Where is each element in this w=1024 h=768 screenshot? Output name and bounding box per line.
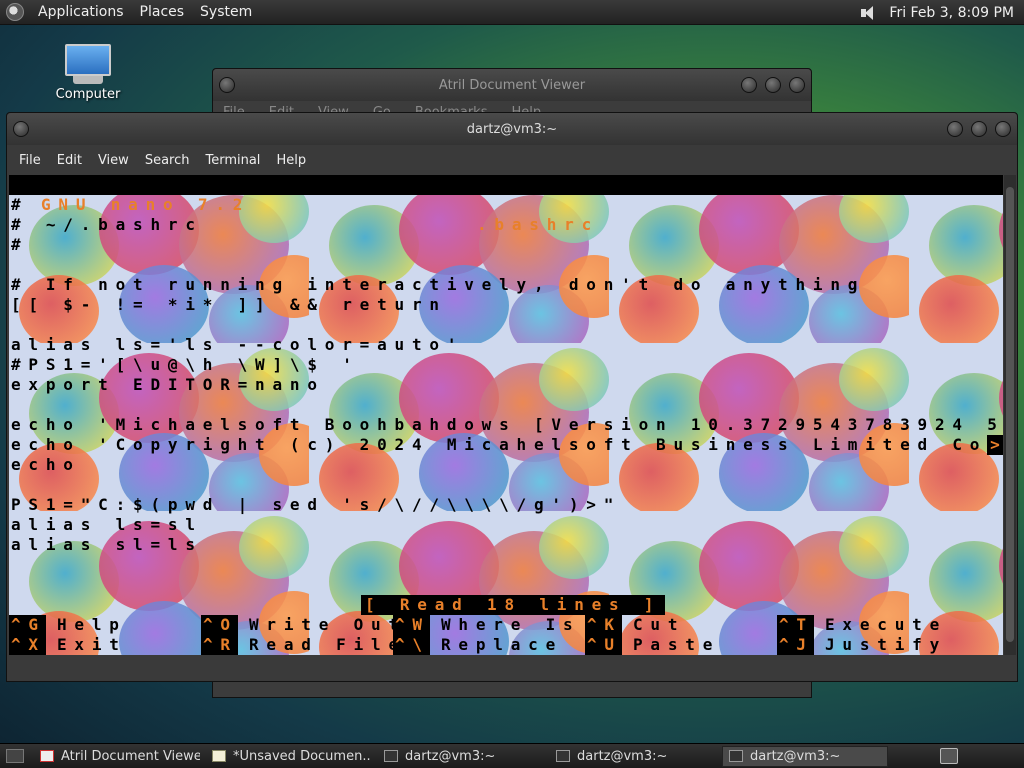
terminal-window[interactable]: dartz@vm3:~ File Edit View Search Termin… (6, 112, 1018, 682)
clock[interactable]: Fri Feb 3, 8:09 PM (885, 5, 1024, 21)
show-desktop-icon[interactable] (6, 749, 24, 763)
atril-title: Atril Document Viewer (438, 77, 586, 93)
taskbar-item-terminal-3[interactable]: dartz@vm3:~ (722, 745, 888, 767)
file-line: echo 'Michaelsoft Boohbahdows [Version 1… (11, 415, 1003, 434)
terminal-menu-edit[interactable]: Edit (49, 153, 90, 168)
taskbar-item-terminal-2[interactable]: dartz@vm3:~ (550, 746, 716, 767)
file-line: echo (11, 455, 81, 474)
taskbar-item-label: dartz@vm3:~ (750, 748, 841, 764)
shortcut-key-exit: ^X (9, 635, 46, 655)
minimize-icon[interactable] (947, 121, 963, 137)
distro-logo-icon[interactable] (6, 3, 24, 21)
desktop-icon-computer[interactable]: Computer (52, 44, 124, 102)
shortcut-key-where-is: ^W (393, 615, 430, 635)
shortcut-label-where-is: Where Is (441, 615, 581, 634)
shortcut-label-execute: Execute (825, 615, 948, 634)
terminal-icon (384, 750, 398, 762)
shortcut-label-exit: Exit (57, 635, 127, 654)
shortcut-label-paste: Paste (633, 635, 721, 654)
scrollbar-thumb[interactable] (1006, 187, 1014, 642)
maximize-icon[interactable] (971, 121, 987, 137)
taskbar-item-label: dartz@vm3:~ (405, 748, 496, 764)
shortcut-key-write-out: ^O (201, 615, 238, 635)
terminal-menu-view[interactable]: View (90, 153, 137, 168)
atril-titlebar[interactable]: Atril Document Viewer (213, 69, 811, 101)
terminal-icon (556, 750, 570, 762)
computer-icon (65, 44, 111, 76)
text-editor-icon (212, 750, 226, 762)
nano-status-message: [ Read 18 lines ] (361, 595, 666, 615)
nano-filename: .bashrc (477, 215, 600, 234)
file-line: #PS1='[\u@\h \W]\$ ' (11, 355, 360, 374)
shortcut-key-help: ^G (9, 615, 46, 635)
taskbar-item-text-editor[interactable]: *Unsaved Documen... (206, 746, 372, 767)
taskbar-item-label: *Unsaved Documen... (233, 748, 372, 764)
shortcut-key-justify: ^J (777, 635, 814, 655)
file-line: [[ $- != *i* ]] && return (11, 295, 447, 314)
file-line: # (11, 195, 29, 214)
taskbar-item-label: dartz@vm3:~ (577, 748, 668, 764)
shortcut-label-cut: Cut (633, 615, 686, 634)
nano-titlebar: GNU nano 7.2 .bashrc (9, 175, 1003, 234)
menu-system[interactable]: System (192, 4, 260, 20)
terminal-menubar: File Edit View Search Terminal Help (7, 145, 1017, 175)
terminal-menu-search[interactable]: Search (137, 153, 198, 168)
file-line: # If not running interactively, don't do… (11, 275, 866, 294)
trash-icon[interactable] (940, 748, 958, 764)
desktop-icon-label: Computer (55, 87, 121, 102)
terminal-titlebar[interactable]: dartz@vm3:~ (7, 113, 1017, 145)
computer-icon-stand (73, 76, 103, 84)
menu-applications[interactable]: Applications (30, 4, 132, 20)
terminal-title: dartz@vm3:~ (466, 121, 558, 137)
file-line: alias ls=sl (11, 515, 203, 534)
line-overflow-marker: > (987, 435, 1003, 455)
shortcut-label-read-file: Read File (249, 635, 406, 654)
menu-places[interactable]: Places (132, 4, 193, 20)
terminal-menu-file[interactable]: File (11, 153, 49, 168)
window-menu-icon[interactable] (13, 121, 29, 137)
file-line: alias ls='ls --color=auto' (11, 335, 465, 354)
file-line: PS1="C:$(pwd | sed 's/\//\\\\/g')>" (11, 495, 622, 514)
window-menu-icon[interactable] (219, 77, 235, 93)
shortcut-label-justify: Justify (825, 635, 948, 654)
terminal-menu-terminal[interactable]: Terminal (197, 153, 268, 168)
top-panel: Applications Places System Fri Feb 3, 8:… (0, 0, 1024, 25)
taskbar-item-terminal-1[interactable]: dartz@vm3:~ (378, 746, 544, 767)
nano-editor[interactable]: GNU nano 7.2 .bashrc # # ~/.bashrc # # I… (9, 175, 1003, 655)
taskbar-item-atril[interactable]: Atril Document Viewer (34, 746, 200, 767)
terminal-icon (729, 750, 743, 762)
shortcut-key-paste: ^U (585, 635, 622, 655)
terminal-scrollbar[interactable] (1004, 175, 1016, 655)
file-line: alias sl=ls (11, 535, 203, 554)
shortcut-key-execute: ^T (777, 615, 814, 635)
taskbar-item-label: Atril Document Viewer (61, 748, 200, 764)
volume-icon[interactable] (859, 5, 879, 21)
shortcut-label-help: Help (57, 615, 127, 634)
close-icon[interactable] (789, 77, 805, 93)
terminal-menu-help[interactable]: Help (268, 153, 314, 168)
pdf-icon (40, 750, 54, 762)
terminal-content[interactable]: GNU nano 7.2 .bashrc # # ~/.bashrc # # I… (9, 175, 1003, 655)
file-line: # ~/.bashrc (11, 215, 203, 234)
file-line: # (11, 235, 29, 254)
shortcut-label-replace: Replace (441, 635, 564, 654)
shortcut-key-read-file: ^R (201, 635, 238, 655)
file-line: echo 'Copyright (c) 2024 Micahelsoft Bus… (11, 435, 987, 454)
close-icon[interactable] (995, 121, 1011, 137)
minimize-icon[interactable] (741, 77, 757, 93)
shortcut-key-replace: ^\ (393, 635, 430, 655)
file-line: export EDITOR=nano (11, 375, 325, 394)
bottom-panel: Atril Document Viewer *Unsaved Documen..… (0, 743, 1024, 768)
top-panel-tray: Fri Feb 3, 8:09 PM (859, 0, 1024, 25)
shortcut-label-write-out: Write Out (249, 615, 406, 634)
nano-version: GNU nano 7.2 (41, 195, 251, 214)
shortcut-key-cut: ^K (585, 615, 622, 635)
maximize-icon[interactable] (765, 77, 781, 93)
